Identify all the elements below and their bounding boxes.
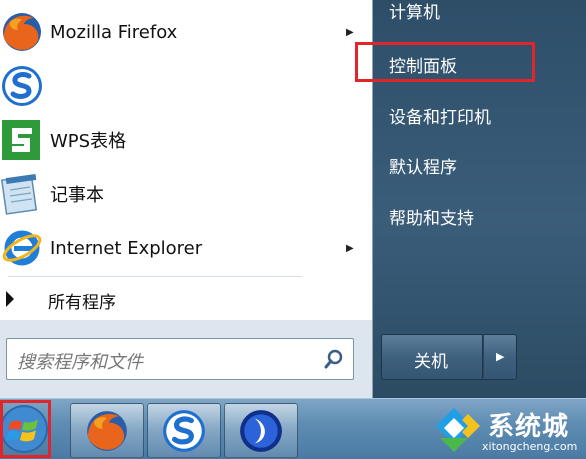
program-label: WPS表格 xyxy=(50,131,127,152)
program-item-sogou[interactable] xyxy=(0,60,372,112)
program-label: Internet Explorer xyxy=(50,237,203,259)
firefox-icon xyxy=(3,13,41,51)
notepad-icon xyxy=(0,173,38,215)
menu-item-devices-printers[interactable]: 设备和打印机 xyxy=(389,103,491,128)
program-label: Mozilla Firefox xyxy=(50,21,178,43)
highlight-box-start-button xyxy=(0,400,51,458)
search-placeholder: 搜索程序和文件 xyxy=(17,352,143,373)
all-programs-button[interactable]: 所有程序 xyxy=(0,282,372,316)
app-arrow-icon xyxy=(240,410,282,452)
all-programs-label: 所有程序 xyxy=(48,293,116,313)
separator xyxy=(8,276,302,277)
wps-spreadsheet-icon xyxy=(2,120,40,160)
taskbar-button-app[interactable] xyxy=(224,403,298,458)
highlight-box-control-panel xyxy=(355,42,535,82)
shutdown-label: 关机 xyxy=(414,352,448,372)
internet-explorer-icon xyxy=(2,230,42,266)
watermark-title: 系统城 xyxy=(488,412,570,442)
submenu-arrow-icon: ▶ xyxy=(346,242,354,254)
program-item-wps[interactable]: WPS表格 xyxy=(0,114,372,166)
shutdown-options-button[interactable]: ▶ xyxy=(483,334,517,380)
firefox-icon xyxy=(87,411,127,451)
submenu-arrow-icon: ▶ xyxy=(346,26,354,38)
search-area: 搜索程序和文件 xyxy=(0,320,372,398)
program-item-notepad[interactable]: 记事本 xyxy=(0,168,372,220)
taskbar-button-firefox[interactable] xyxy=(70,403,144,458)
taskbar-button-sogou[interactable] xyxy=(147,403,221,458)
expand-triangle-icon xyxy=(6,291,14,307)
menu-item-computer[interactable]: 计算机 xyxy=(389,0,440,23)
watermark-subtitle: xitongcheng.com xyxy=(482,440,578,453)
shutdown-button[interactable]: 关机 xyxy=(381,334,483,380)
search-icon[interactable] xyxy=(323,348,345,370)
menu-item-help-support[interactable]: 帮助和支持 xyxy=(389,204,474,229)
menu-item-default-programs[interactable]: 默认程序 xyxy=(389,153,457,178)
start-menu-programs-panel: Mozilla Firefox ▶ WPS表格 记事本 Internet Exp… xyxy=(0,0,373,398)
program-item-ie[interactable]: Internet Explorer ▶ xyxy=(0,222,372,274)
sogou-icon xyxy=(163,410,205,452)
program-label: 记事本 xyxy=(50,185,104,206)
search-input[interactable]: 搜索程序和文件 xyxy=(6,338,354,380)
program-item-firefox[interactable]: Mozilla Firefox ▶ xyxy=(0,6,372,58)
chevron-right-icon: ▶ xyxy=(496,350,505,363)
sogou-icon xyxy=(2,66,42,106)
